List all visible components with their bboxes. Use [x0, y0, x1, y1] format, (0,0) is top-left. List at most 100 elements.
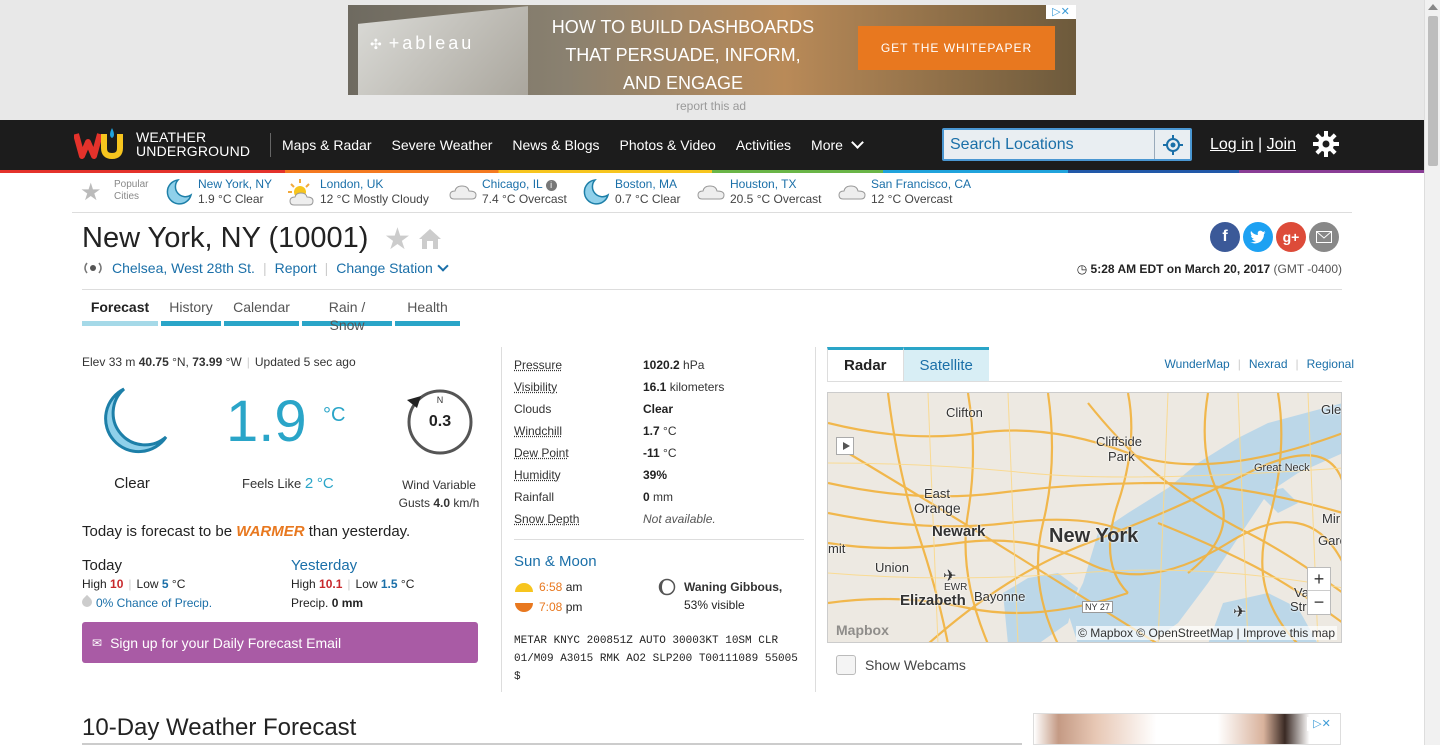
cloud-icon	[838, 185, 866, 200]
map-label-cliffside: Cliffside	[1096, 434, 1143, 449]
locate-icon[interactable]	[1154, 130, 1190, 159]
condition-label: Clear	[114, 475, 150, 492]
ad-cta-button[interactable]: GET THE WHITEPAPER	[858, 26, 1055, 70]
google-plus-icon[interactable]: g+	[1276, 222, 1306, 252]
yesterday-link[interactable]: Yesterday	[291, 556, 414, 575]
nav-photos-video[interactable]: Photos & Video	[620, 137, 716, 153]
email-icon[interactable]	[1309, 222, 1339, 252]
moon-icon	[166, 179, 193, 205]
sunset-row: 7:08 pm	[514, 600, 582, 614]
tab-history[interactable]: History	[161, 298, 221, 326]
ad-choices-icon[interactable]: ▷✕	[1307, 717, 1337, 731]
wundermap-link[interactable]: WunderMap	[1165, 357, 1230, 371]
page-title: New York, NY (10001)	[82, 222, 369, 254]
daily-forecast-signup-button[interactable]: ✉ Sign up for your Daily Forecast Email	[82, 622, 478, 663]
show-webcams-toggle[interactable]: Show Webcams	[836, 655, 966, 675]
ad-choices-icon[interactable]: ▷✕	[1046, 5, 1076, 19]
twitter-icon[interactable]	[1243, 222, 1273, 252]
facebook-icon[interactable]: f	[1210, 222, 1240, 252]
tab-rain-snow[interactable]: Rain / Snow	[302, 298, 392, 333]
precip-chance-link[interactable]: 0% Chance of Precip.	[79, 594, 212, 613]
scroll-up-arrow-icon[interactable]	[1428, 4, 1438, 10]
condition-label[interactable]: Dew Point	[514, 446, 643, 460]
nav-more-label: More	[811, 137, 843, 153]
popular-city-boston[interactable]: Boston, MA 0.7 °C Clear	[581, 177, 681, 207]
observation-time: ◷ 5:28 AM EDT on March 20, 2017 (GMT -04…	[1076, 262, 1342, 276]
popular-city-chicago[interactable]: Chicago, IL i 7.4 °C Overcast	[448, 177, 567, 207]
side-ad[interactable]: ▷✕	[1033, 713, 1341, 745]
tab-calendar[interactable]: Calendar	[224, 298, 299, 326]
change-station-button[interactable]: Change Station	[336, 260, 449, 276]
airplane-icon: ✈	[1233, 604, 1247, 621]
nav-more[interactable]: More	[811, 136, 864, 153]
scroll-thumb[interactable]	[1428, 16, 1438, 166]
nav-severe-weather[interactable]: Severe Weather	[391, 137, 492, 153]
condition-label[interactable]: Humidity	[514, 468, 643, 482]
login-divider: |	[1258, 136, 1263, 153]
zoom-out-button[interactable]: −	[1308, 591, 1330, 614]
moon-icon	[94, 385, 170, 464]
search-input[interactable]	[944, 130, 1149, 159]
partly-cloudy-icon	[288, 179, 314, 206]
tab-forecast[interactable]: Forecast	[82, 298, 158, 326]
home-icon[interactable]	[418, 228, 442, 253]
sunrise-row: 6:58 am	[514, 580, 582, 594]
login-link[interactable]: Log in	[1210, 136, 1254, 153]
temperature-unit[interactable]: °C	[323, 404, 345, 427]
nav-activities[interactable]: Activities	[736, 137, 791, 153]
metar-report: METAR KNYC 200851Z AUTO 30003KT 10SM CLR…	[514, 635, 798, 683]
condition-label[interactable]: Snow Depth	[514, 512, 643, 526]
regional-link[interactable]: Regional	[1307, 357, 1354, 371]
report-link[interactable]: Report	[275, 260, 317, 276]
radar-map[interactable]: Clifton Cliffside Park Great Neck Gle Ea…	[827, 392, 1342, 643]
popular-city-san-francisco[interactable]: San Francisco, CA 12 °C Overcast	[837, 177, 971, 207]
sun-moon-title[interactable]: Sun & Moon	[514, 553, 597, 570]
popular-city-new-york[interactable]: New York, NY 1.9 °C Clear	[164, 177, 272, 207]
condition-label[interactable]: Visibility	[514, 380, 643, 394]
mapbox-logo[interactable]: Mapbox	[836, 622, 889, 638]
city-conditions: 0.7 °C Clear	[615, 192, 681, 206]
ad-banner[interactable]: ✣ +ableau HOW TO BUILD DASHBOARDS THAT PE…	[348, 5, 1076, 95]
info-icon[interactable]: i	[545, 180, 557, 191]
gear-icon[interactable]	[1313, 131, 1339, 160]
envelope-icon: ✉	[92, 635, 103, 650]
popular-city-houston[interactable]: Houston, TX 20.5 °C Overcast	[696, 177, 822, 207]
map-attribution[interactable]: © Mapbox © OpenStreetMap | Improve this …	[1076, 626, 1337, 640]
map-links: WunderMap | Nexrad | Regional	[1164, 357, 1354, 371]
map-tabs: Radar Satellite	[827, 347, 989, 381]
report-ad-link[interactable]: report this ad	[676, 99, 746, 113]
wu-logo[interactable]: WEATHER UNDERGROUND	[73, 128, 250, 160]
map-label-great-neck: Great Neck	[1254, 462, 1310, 474]
page-scrollbar[interactable]	[1424, 0, 1440, 745]
radar-play-button[interactable]	[836, 437, 854, 455]
nav-maps-radar[interactable]: Maps & Radar	[282, 137, 371, 153]
city-conditions: 12 °C Overcast	[871, 192, 953, 206]
city-conditions: 7.4 °C Overcast	[482, 192, 567, 206]
feels-like: Feels Like 2 °C	[242, 475, 334, 492]
join-link[interactable]: Join	[1267, 136, 1296, 153]
condition-row: Rainfall 0 mm	[514, 490, 674, 504]
tab-radar[interactable]: Radar	[827, 347, 904, 381]
forecast-tabs: Forecast History Calendar Rain / Snow He…	[82, 298, 460, 333]
condition-label[interactable]: Pressure	[514, 358, 643, 372]
zoom-in-button[interactable]: +	[1308, 568, 1330, 591]
tab-health[interactable]: Health	[395, 298, 460, 326]
city-name: San Francisco, CA	[871, 177, 972, 191]
add-favorite-star-icon[interactable]: ★	[384, 222, 411, 257]
chevron-down-icon	[851, 136, 864, 149]
cloud-icon	[697, 185, 725, 200]
moon-phase: Waning Gibbous, 53% visible	[658, 578, 782, 614]
map-label-ny27: NY 27	[1082, 601, 1113, 613]
station-name-link[interactable]: Chelsea, West 28th St.	[112, 260, 255, 276]
favorite-star-icon[interactable]: ★	[80, 178, 102, 207]
webcams-checkbox[interactable]	[836, 655, 856, 675]
condition-row: Humidity 39%	[514, 468, 668, 482]
city-conditions: 1.9 °C Clear	[198, 192, 264, 206]
tab-satellite[interactable]: Satellite	[903, 347, 989, 381]
condition-label[interactable]: Windchill	[514, 424, 643, 438]
popular-city-london[interactable]: London, UK 12 °C Mostly Cloudy	[286, 177, 429, 207]
signup-label: Sign up for your Daily Forecast Email	[110, 634, 342, 651]
nav-news-blogs[interactable]: News & Blogs	[512, 137, 599, 153]
forecast-summary: Today is forecast to be WARMER than yest…	[82, 523, 411, 540]
nexrad-link[interactable]: Nexrad	[1249, 357, 1288, 371]
